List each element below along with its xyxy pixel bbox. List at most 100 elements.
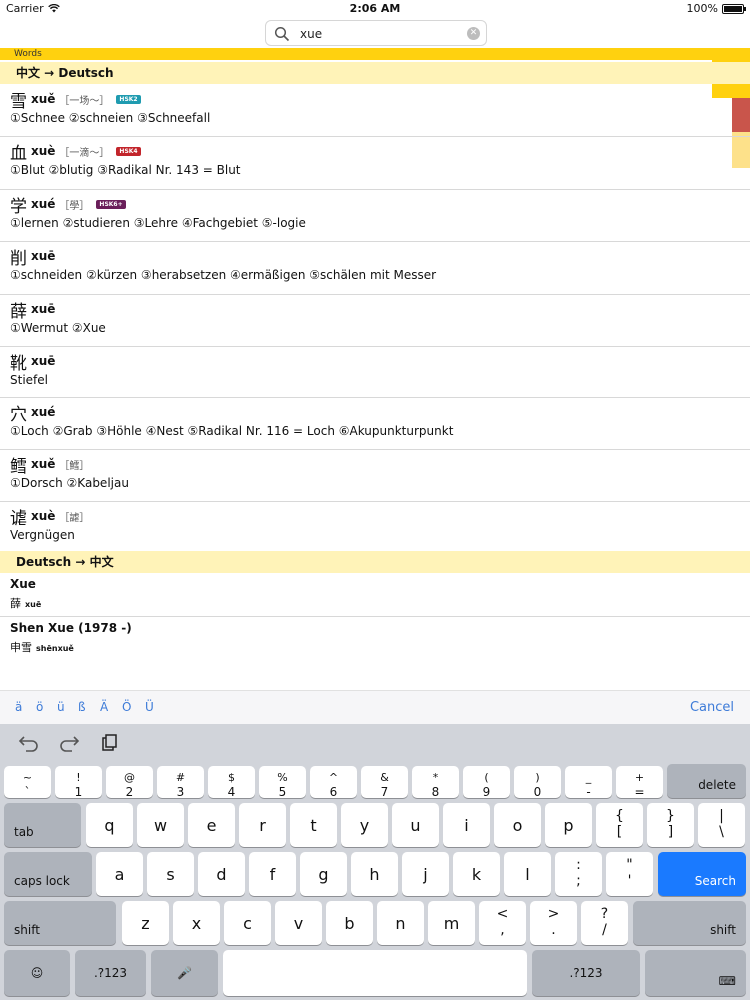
key-1[interactable]: ! 1	[55, 766, 102, 798]
accent-key[interactable]: Ü	[145, 700, 154, 714]
key-g[interactable]: g	[300, 852, 347, 896]
emoji-key[interactable]: ☺	[4, 950, 70, 996]
search-bar[interactable]: ✕	[265, 20, 487, 46]
numbers-key-left[interactable]: .?123	[75, 950, 146, 996]
search-key[interactable]: Search	[658, 852, 746, 896]
key-v[interactable]: v	[275, 901, 322, 945]
key-shift-label: %	[277, 771, 288, 784]
key-2[interactable]: @2	[106, 766, 153, 798]
key-m[interactable]: m	[428, 901, 475, 945]
key-a[interactable]: a	[96, 852, 143, 896]
key-w[interactable]: w	[137, 803, 184, 847]
delete-key[interactable]: delete	[667, 764, 746, 798]
key-9[interactable]: (9	[463, 766, 510, 798]
shift-right-key[interactable]: shift	[633, 901, 746, 945]
dictionary-entry[interactable]: 谑 xuè ［謔］ Vergnügen	[0, 502, 750, 551]
key-punct[interactable]: {[	[596, 803, 643, 847]
key-z[interactable]: z	[122, 901, 169, 945]
key-punct[interactable]: <,	[479, 901, 526, 945]
key-label: 6	[329, 785, 338, 799]
dictionary-entry[interactable]: 雪 xuě ［一场～］ HSK2 ①Schnee ②schneien ③Schneefa…	[0, 85, 750, 137]
key-label: shift	[14, 923, 40, 937]
accent-key[interactable]: ö	[36, 700, 43, 714]
key-0[interactable]: ) 0	[514, 766, 561, 798]
cancel-button[interactable]: Cancel	[690, 700, 734, 715]
entry-meaning: ①Dorsch ②Kabeljau	[10, 476, 129, 490]
key-4[interactable]: $4	[208, 766, 255, 798]
key-punct[interactable]: >.	[530, 901, 577, 945]
dictionary-entry[interactable]: 削 xuē ①schneiden ②kürzen ③herabsetzen ④erm…	[0, 242, 750, 295]
key-f[interactable]: f	[249, 852, 296, 896]
key-punct[interactable]: }]	[647, 803, 694, 847]
dictation-key[interactable]: 🎤	[151, 950, 218, 996]
key-u[interactable]: u	[392, 803, 439, 847]
paste-icon[interactable]	[98, 734, 120, 752]
key--[interactable]: _ -	[565, 766, 612, 798]
dictionary-entry[interactable]: 薛 xuē ①Wermut ②Xue	[0, 295, 750, 347]
accent-key[interactable]: ü	[57, 700, 65, 714]
key-label: ,	[500, 922, 505, 938]
key-punct[interactable]: :;	[555, 852, 602, 896]
key-punct[interactable]: | \	[698, 803, 745, 847]
entry-german-word: Shen Xue (1978 -)	[10, 621, 132, 635]
key-punct[interactable]: ? /	[581, 901, 628, 945]
key-shift-label: ?	[600, 906, 609, 922]
key-e[interactable]: e	[188, 803, 235, 847]
entry-headword-line: 靴 xuē	[10, 350, 55, 374]
hsk-badge: HSK6+	[96, 199, 126, 209]
accent-key[interactable]: ä	[15, 700, 22, 714]
key-x[interactable]: x	[173, 901, 220, 945]
key-y[interactable]: y	[341, 803, 388, 847]
key-p[interactable]: p	[545, 803, 592, 847]
key-t[interactable]: t	[290, 803, 337, 847]
search-input[interactable]	[300, 25, 460, 43]
key-o[interactable]: o	[494, 803, 541, 847]
key-q[interactable]: q	[86, 803, 133, 847]
key-7[interactable]: & 7	[361, 766, 408, 798]
caps-lock-key[interactable]: caps lock	[4, 852, 92, 896]
accent-key[interactable]: Ö	[122, 700, 131, 714]
dictionary-entry[interactable]: 鳕 xuě ［鱈］ ①Dorsch ②Kabeljau	[0, 450, 750, 502]
key-label: p	[563, 816, 574, 835]
entry-example: ［學］	[59, 200, 90, 212]
key-d[interactable]: d	[198, 852, 245, 896]
key-s[interactable]: s	[147, 852, 194, 896]
key-c[interactable]: c	[224, 901, 271, 945]
dictionary-entry[interactable]: Xue 薛 xuē	[0, 573, 750, 617]
entry-headword-line: 鳕 xuě ［鱈］	[10, 453, 89, 477]
key-label: .	[551, 922, 556, 938]
numbers-key-right[interactable]: .?123	[532, 950, 640, 996]
key-`[interactable]: ~ `	[4, 766, 51, 798]
hide-keyboard-key[interactable]: ⌨	[645, 950, 746, 996]
key-6[interactable]: ^ 6	[310, 766, 357, 798]
dictionary-entry[interactable]: 靴 xuē Stiefel	[0, 347, 750, 398]
entry-pinyin: xuè	[31, 509, 56, 523]
key-i[interactable]: i	[443, 803, 490, 847]
dictionary-entry[interactable]: Shen Xue (1978 -) 申雪 shēnxuě	[0, 617, 750, 661]
section-header-de-zh: Deutsch → 中文	[0, 551, 750, 573]
accent-key[interactable]: ß	[78, 700, 86, 714]
key-3[interactable]: #3	[157, 766, 204, 798]
key-k[interactable]: k	[453, 852, 500, 896]
dictionary-entry[interactable]: 血 xuè ［一滴～］ HSK4 ①Blut ②blutig ③Radikal Nr. …	[0, 137, 750, 190]
accent-key[interactable]: Ä	[100, 700, 108, 714]
key-n[interactable]: n	[377, 901, 424, 945]
undo-icon[interactable]	[18, 734, 40, 752]
key-r[interactable]: r	[239, 803, 286, 847]
key-l[interactable]: l	[504, 852, 551, 896]
key-8[interactable]: * 8	[412, 766, 459, 798]
key-label: =	[634, 785, 645, 799]
key-j[interactable]: j	[402, 852, 449, 896]
shift-left-key[interactable]: shift	[4, 901, 116, 945]
space-key[interactable]	[223, 950, 527, 996]
dictionary-entry[interactable]: 学 xué ［學］ HSK6+ ①lernen ②studieren ③Lehre ④F…	[0, 190, 750, 242]
redo-icon[interactable]	[58, 734, 80, 752]
key-punct[interactable]: " '	[606, 852, 653, 896]
clear-search-icon[interactable]: ✕	[467, 27, 480, 40]
key-5[interactable]: % 5	[259, 766, 306, 798]
key-h[interactable]: h	[351, 852, 398, 896]
key-b[interactable]: b	[326, 901, 373, 945]
dictionary-entry[interactable]: 穴 xué ①Loch ②Grab ③Höhle ④Nest ⑤Radikal Nr…	[0, 398, 750, 450]
tab-key[interactable]: tab	[4, 803, 81, 847]
key-=[interactable]: + =	[616, 766, 663, 798]
